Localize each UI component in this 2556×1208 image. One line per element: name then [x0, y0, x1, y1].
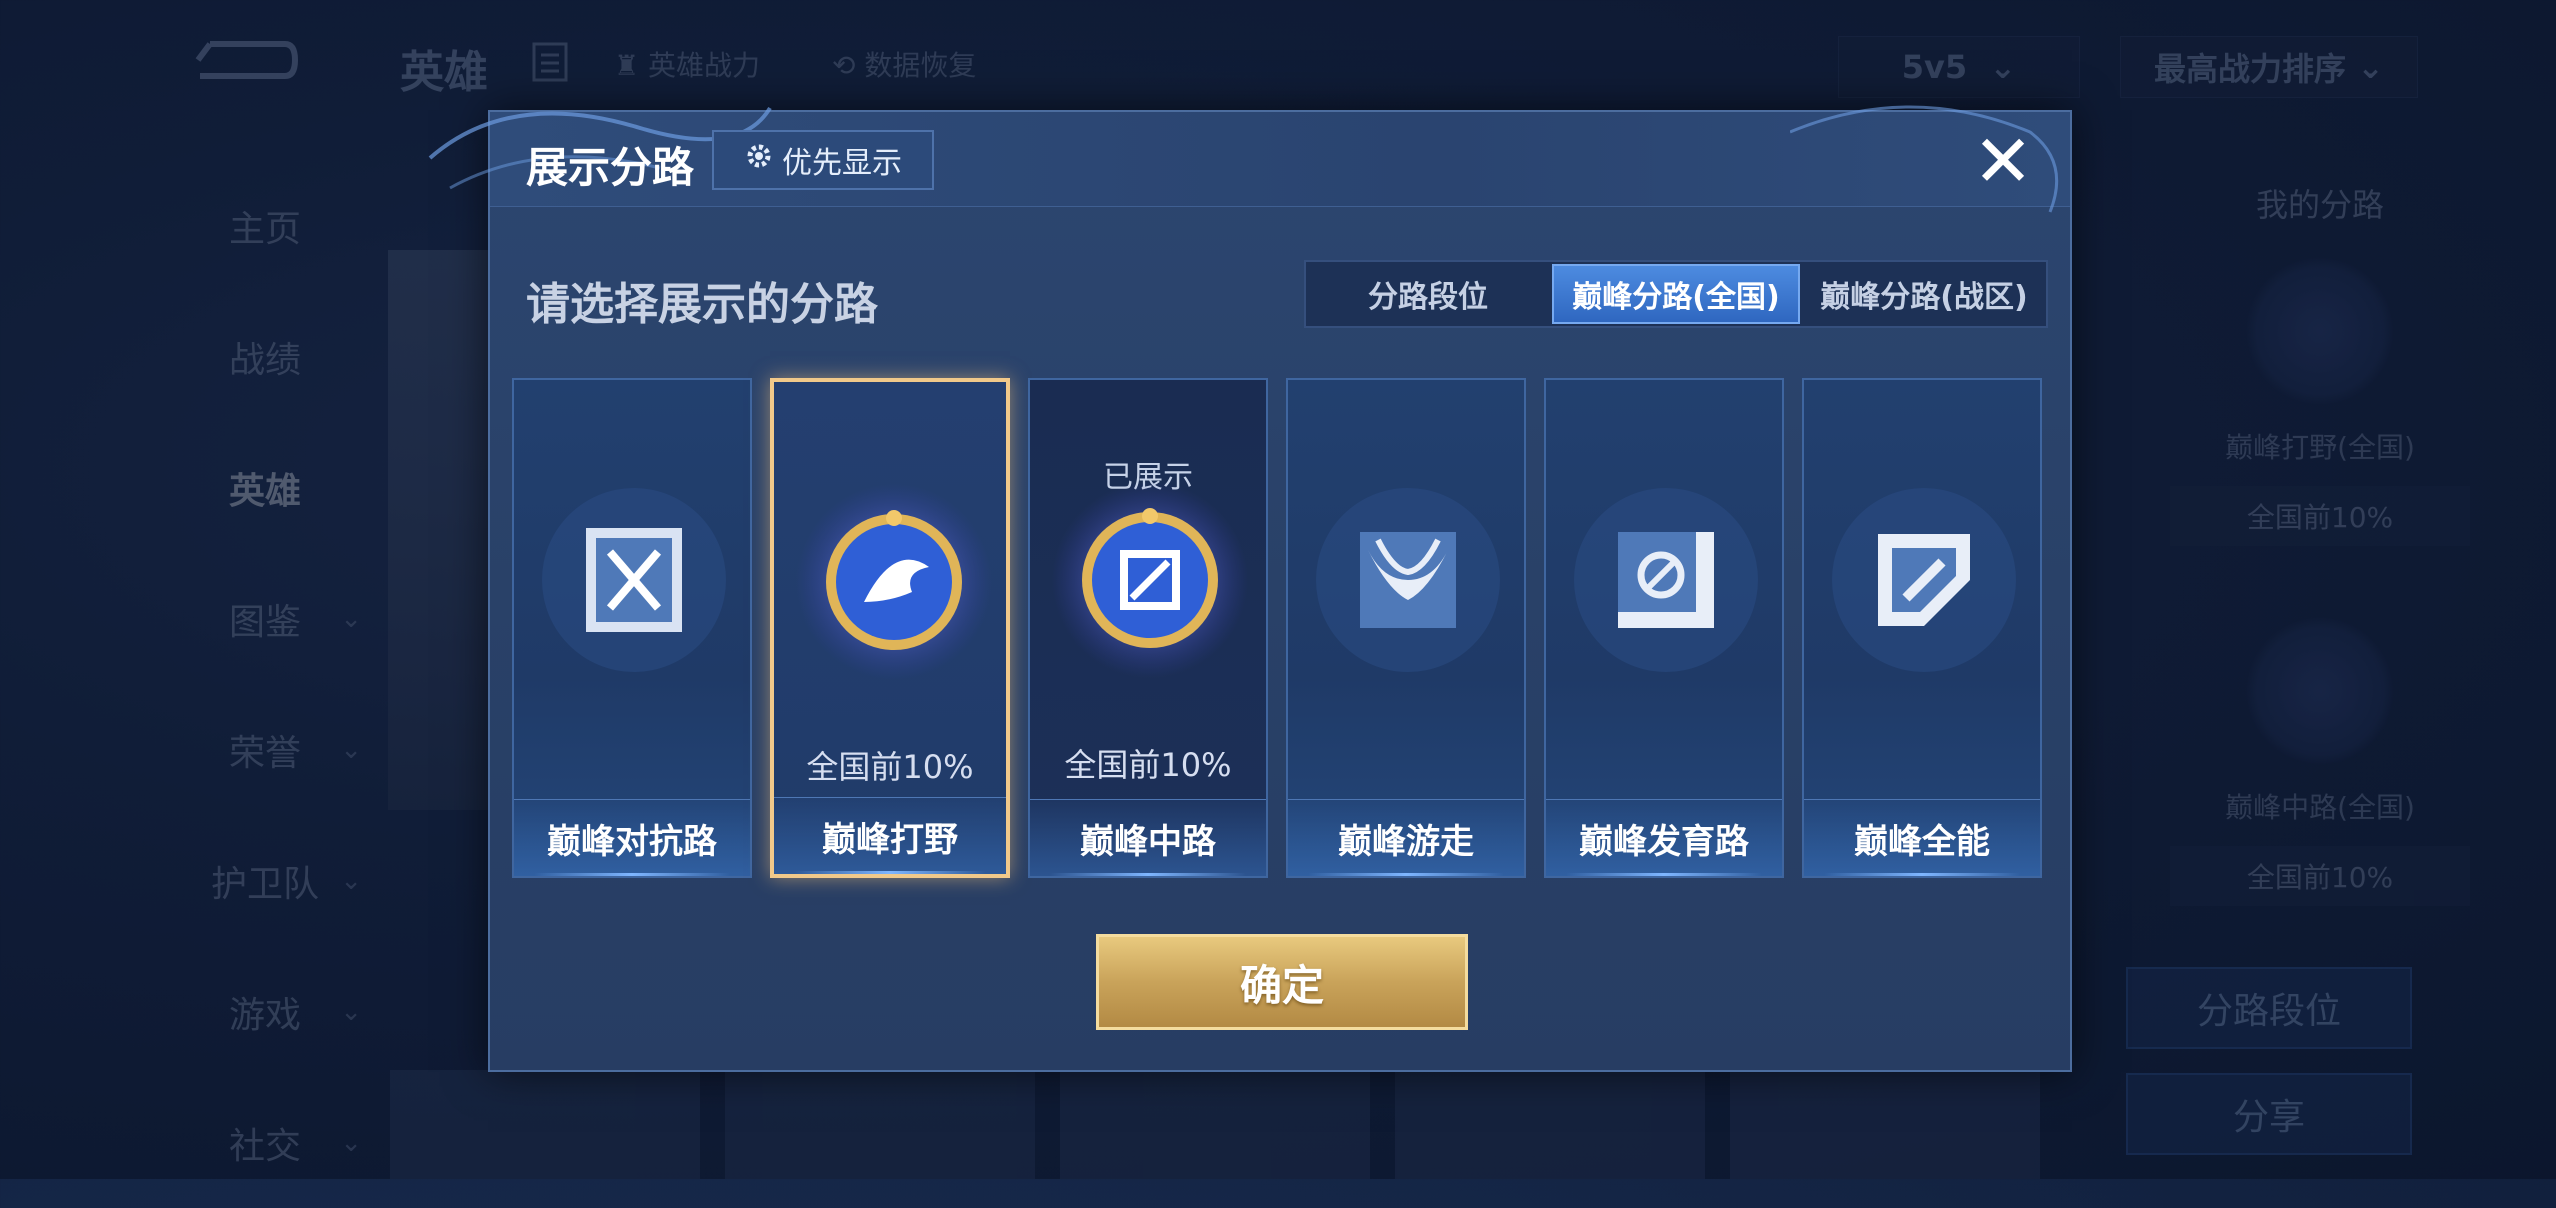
lane-card-pct: 全国前10% [806, 748, 974, 786]
gear-icon [744, 141, 774, 179]
lane-card-name: 巅峰全能 [1804, 799, 2040, 876]
lane-card-roam[interactable]: 巅峰游走 [1286, 378, 1526, 878]
lane-card-mid[interactable]: 已展示 全国前10% 巅峰中路 [1028, 378, 1268, 878]
dialog-title: 展示分路 [526, 143, 695, 192]
roam-wings-icon [1308, 480, 1508, 680]
tab-peak-national[interactable]: 巅峰分路(全国) [1552, 264, 1800, 324]
lane-card-name: 巅峰发育路 [1546, 799, 1782, 876]
dialog-subtitle: 请选择展示的分路 [526, 279, 878, 330]
jungle-dragon-icon [794, 482, 994, 682]
all-round-icon [1824, 480, 2024, 680]
close-icon[interactable]: ✕ [1968, 125, 2038, 197]
tab-lane-rank[interactable]: 分路段位 [1306, 262, 1550, 326]
lane-card-pct: 全国前10% [1064, 746, 1232, 784]
farm-lane-icon [1566, 480, 1766, 680]
lane-card-name: 巅峰打野 [774, 797, 1006, 874]
confirm-button[interactable]: 确定 [1096, 934, 1468, 1030]
priority-display-label: 优先显示 [782, 146, 902, 181]
lane-card-name: 巅峰中路 [1030, 799, 1266, 876]
lane-card-clash[interactable]: 巅峰对抗路 [512, 378, 752, 878]
lane-card-jungle[interactable]: 全国前10% 巅峰打野 [770, 378, 1010, 878]
lane-card-allround[interactable]: 巅峰全能 [1802, 378, 2042, 878]
lane-card-list: 巅峰对抗路 全国前10% 巅峰打野 已展示 全国前10% 巅峰中路 巅峰游走 巅… [512, 378, 2050, 878]
clash-lane-icon [534, 480, 734, 680]
lane-card-farm[interactable]: 巅峰发育路 [1544, 378, 1784, 878]
lane-card-name: 巅峰游走 [1288, 799, 1524, 876]
lane-tabs: 分路段位 巅峰分路(全国) 巅峰分路(战区) [1304, 260, 2048, 328]
lane-card-name: 巅峰对抗路 [514, 799, 750, 876]
lane-display-dialog: 展示分路 优先显示 ✕ 请选择展示的分路 分路段位 巅峰分路(全国) 巅峰分路(… [428, 105, 2072, 1072]
mid-lane-icon [1050, 480, 1250, 680]
tab-peak-region[interactable]: 巅峰分路(战区) [1802, 262, 2046, 326]
priority-display-button[interactable]: 优先显示 [712, 130, 934, 190]
